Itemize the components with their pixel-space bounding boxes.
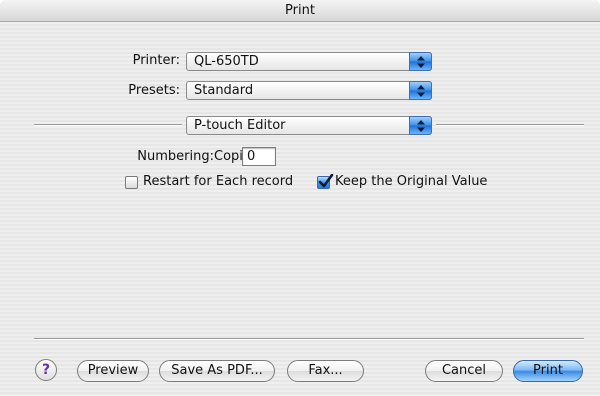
preview-button[interactable]: Preview [77,360,149,382]
print-dialog: Print Printer: QL-650TD Presets: Standar… [0,0,600,396]
numbering-label: Numbering: [137,149,214,164]
separator-left [34,124,182,126]
cancel-button[interactable]: Cancel [425,360,503,382]
fax-button[interactable]: Fax... [287,360,364,382]
presets-popup[interactable]: Standard [186,81,432,100]
restart-checkbox[interactable] [125,176,138,189]
popup-arrows-icon [409,116,432,135]
panel-value: P-touch Editor [194,118,286,133]
keep-original-label: Keep the Original Value [335,174,488,189]
checkmark-icon [318,174,334,188]
separator-right [436,124,584,126]
save-as-pdf-button[interactable]: Save As PDF... [159,360,275,382]
printer-label: Printer: [132,53,180,68]
presets-value: Standard [194,83,254,98]
popup-arrows-icon [409,52,432,71]
copies-field[interactable]: 0 [242,147,276,166]
keep-original-checkbox[interactable] [317,174,334,189]
window-title: Print [0,0,600,22]
popup-arrows-icon [409,81,432,100]
printer-value: QL-650TD [194,54,259,69]
restart-label: Restart for Each record [143,174,294,189]
print-button[interactable]: Print [513,360,583,382]
panel-popup[interactable]: P-touch Editor [186,116,432,135]
bottom-separator [34,338,584,340]
help-icon[interactable]: ? [35,359,57,381]
printer-popup[interactable]: QL-650TD [186,52,432,71]
presets-label: Presets: [128,83,180,98]
